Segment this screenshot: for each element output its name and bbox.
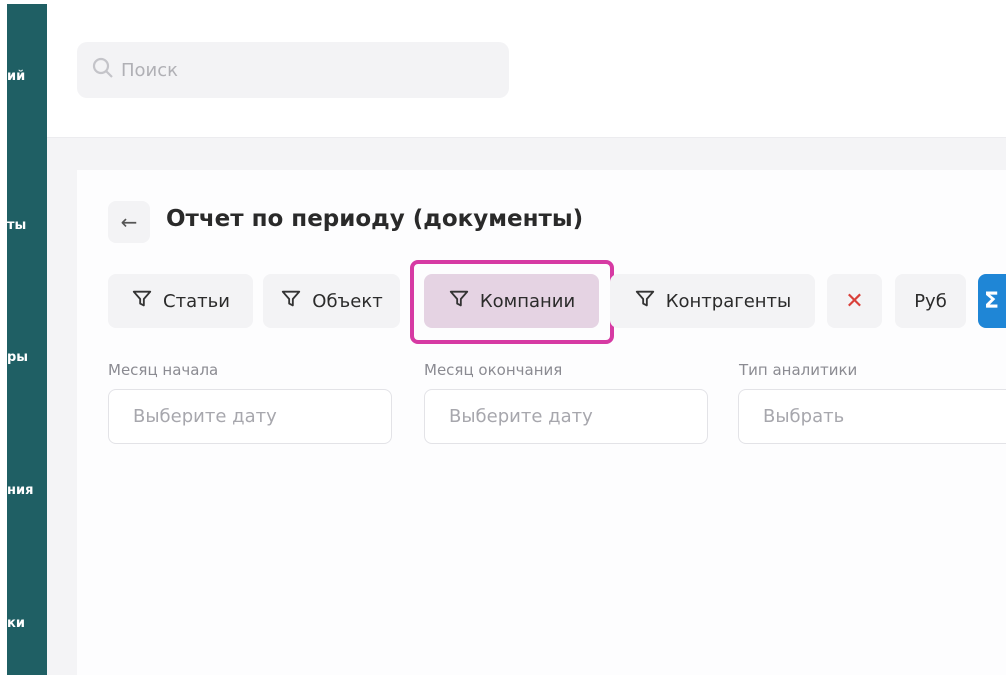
page-title: Отчет по периоду (документы) <box>166 206 584 232</box>
search-box[interactable] <box>77 42 509 98</box>
sigma-icon: Σ <box>984 288 1000 314</box>
start-month-field[interactable]: Выберите дату <box>108 389 392 444</box>
main-card: ← Отчет по периоду (документы) Статьи Об… <box>77 170 1006 675</box>
analytics-type-select[interactable]: Выбрать <box>738 389 1006 444</box>
start-month-placeholder: Выберите дату <box>133 406 277 427</box>
sidebar-item-label: ния <box>7 483 34 498</box>
search-input[interactable] <box>121 59 481 81</box>
filter-icon <box>131 288 163 315</box>
filter-chip-articles[interactable]: Статьи <box>108 274 253 328</box>
clear-filters-button[interactable]: ✕ <box>827 274 882 328</box>
filter-chip-label: Объект <box>312 290 383 312</box>
sidebar-item-4[interactable]: ния <box>7 483 47 498</box>
sidebar: ий ты ры ния ки <box>0 0 47 675</box>
end-month-field[interactable]: Выберите дату <box>424 389 708 444</box>
top-header <box>47 0 1006 138</box>
currency-label: Руб <box>914 290 947 312</box>
back-button[interactable]: ← <box>108 201 150 243</box>
app-root: ий ты ры ния ки ← Отчет по периоду (доку… <box>0 0 1006 675</box>
close-icon: ✕ <box>845 288 864 314</box>
sidebar-item-3[interactable]: ры <box>7 350 47 365</box>
end-month-placeholder: Выберите дату <box>449 406 593 427</box>
end-month-label: Месяц окончания <box>424 361 563 379</box>
sidebar-item-label: ры <box>7 350 29 365</box>
filter-chip-object[interactable]: Объект <box>263 274 400 328</box>
sidebar-item-1[interactable]: ий <box>7 69 47 84</box>
analytics-type-label: Тип аналитики <box>739 361 858 379</box>
currency-button[interactable]: Руб <box>895 274 966 328</box>
analytics-type-placeholder: Выбрать <box>763 406 845 427</box>
search-icon <box>91 56 115 84</box>
sidebar-item-label: ты <box>7 218 27 233</box>
filter-icon <box>634 288 666 315</box>
filter-chip-label: Статьи <box>163 290 230 312</box>
sidebar-item-5[interactable]: ки <box>7 616 47 631</box>
start-month-label: Месяц начала <box>108 361 219 379</box>
highlight-frame <box>410 260 614 344</box>
sidebar-item-label: ки <box>7 616 25 631</box>
sidebar-item-2[interactable]: ты <box>7 218 47 233</box>
sidebar-strip <box>7 4 47 675</box>
sidebar-item-label: ий <box>7 69 26 84</box>
filter-chip-label: Контрагенты <box>665 290 792 312</box>
filter-icon <box>280 288 312 315</box>
arrow-left-icon: ← <box>120 210 138 234</box>
filter-chip-counterparties[interactable]: Контрагенты <box>610 274 815 328</box>
sum-button[interactable]: Σ <box>978 274 1006 328</box>
